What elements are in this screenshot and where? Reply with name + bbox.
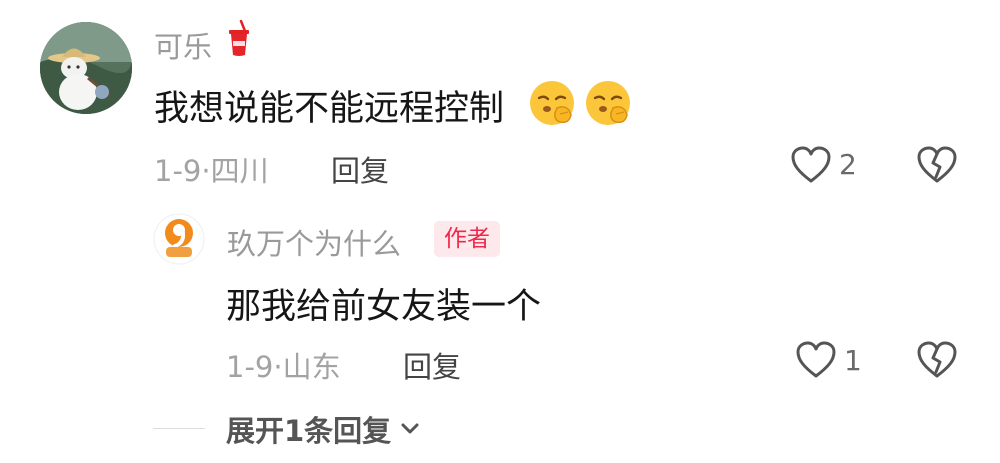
reply-username[interactable]: 玖万个为什么 [227, 221, 401, 263]
like-heart-icon[interactable] [795, 340, 837, 384]
reply-meta: 1-9·山东 [226, 344, 341, 386]
dislike-broken-heart-icon[interactable] [916, 340, 958, 384]
reply-button[interactable]: 回复 [331, 148, 389, 190]
comment-location: 四川 [210, 154, 269, 188]
shushing-face-icon [527, 78, 579, 134]
commenter-avatar[interactable] [40, 22, 132, 114]
like-heart-icon[interactable] [790, 145, 832, 189]
reply-text: 那我给前女友装一个 [226, 287, 542, 327]
reply-to-reply-button[interactable]: 回复 [403, 344, 461, 386]
comment-text: 我想说能不能远程控制 [154, 89, 505, 129]
commenter-username[interactable]: 可乐 [154, 24, 212, 66]
like-count: 1 [844, 344, 862, 377]
like-count: 2 [839, 148, 857, 181]
chevron-down-icon [399, 421, 421, 437]
dislike-broken-heart-icon[interactable] [916, 145, 958, 189]
soda-cup-icon [226, 19, 252, 63]
shushing-face-icon [583, 78, 635, 134]
expand-divider [153, 428, 205, 429]
author-badge: 作者 [434, 221, 500, 257]
reply-date: 1-9· [226, 350, 283, 384]
comment-meta: 1-9·四川 [154, 148, 269, 190]
reply-location: 山东 [282, 350, 341, 384]
expand-replies-label: 展开1条回复 [226, 414, 392, 448]
comment-date: 1-9· [154, 154, 211, 188]
expand-replies-button[interactable]: 展开1条回复 [226, 408, 421, 450]
reply-avatar[interactable] [153, 213, 205, 265]
